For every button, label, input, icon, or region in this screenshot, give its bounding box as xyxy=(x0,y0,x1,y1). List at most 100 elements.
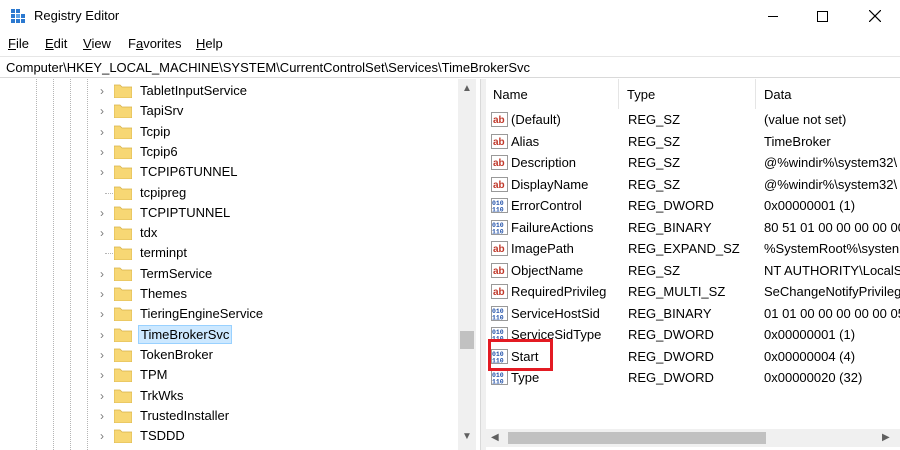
tree-item[interactable]: › TimeBrokerSvc xyxy=(0,324,456,345)
scrollbar-thumb[interactable] xyxy=(508,432,766,444)
scroll-down-icon[interactable]: ▼ xyxy=(462,431,472,443)
string-value-icon: ab xyxy=(491,112,508,127)
tree-item[interactable]: › Tcpip6 xyxy=(0,142,456,162)
folder-icon xyxy=(114,307,132,322)
tree-item[interactable]: › TermService xyxy=(0,264,456,284)
svg-text:ab: ab xyxy=(493,180,505,191)
scroll-left-icon[interactable]: ◀ xyxy=(491,432,499,443)
column-header-data[interactable]: Data xyxy=(757,79,900,109)
value-name: ImagePath xyxy=(511,241,574,256)
binary-value-icon: 010110 xyxy=(491,198,508,213)
value-row[interactable]: 010 110 ErrorControl REG_DWORD 0x00000001 (1… xyxy=(486,195,900,216)
chevron-right-icon[interactable]: › xyxy=(100,348,110,362)
chevron-right-icon[interactable]: › xyxy=(100,104,110,118)
value-type: REG_DWORD xyxy=(628,198,714,213)
value-data: (value not set) xyxy=(764,112,847,127)
tree-item[interactable]: › TCPIP6TUNNEL xyxy=(0,162,456,182)
title-bar: Registry Editor xyxy=(0,0,900,32)
value-name: ServiceHostSid xyxy=(511,305,600,321)
column-header-name[interactable]: Name xyxy=(486,79,619,109)
value-row[interactable]: ab (Default) REG_SZ (value not set) xyxy=(486,109,900,130)
chevron-right-icon[interactable]: › xyxy=(100,125,110,139)
value-row[interactable]: 010 110 ServiceHostSid REG_BINARY 01 01 00 0… xyxy=(486,303,900,324)
tree-item[interactable]: › Themes xyxy=(0,284,456,304)
tree-item[interactable]: › TapiSrv xyxy=(0,101,456,121)
string-value-icon: ab xyxy=(491,133,508,149)
value-data: @%windir%\system32\ xyxy=(764,155,898,170)
menu-view[interactable]: View xyxy=(83,36,111,51)
tree-item[interactable]: tcpipreg xyxy=(0,183,456,203)
scroll-up-icon[interactable]: ▲ xyxy=(462,83,472,95)
string-value-icon: ab xyxy=(491,176,508,192)
scroll-right-icon[interactable]: ▶ xyxy=(882,432,890,443)
value-row[interactable]: ab DisplayName REG_SZ @%windir%\system32\ xyxy=(486,174,900,195)
value-row[interactable]: 010 110 FailureActions REG_BINARY 80 51 01 0… xyxy=(486,217,900,238)
menu-favorites[interactable]: Favorites xyxy=(128,36,181,51)
tree-item-label: TrustedInstaller xyxy=(140,407,230,423)
chevron-right-icon[interactable]: › xyxy=(100,389,110,403)
value-row[interactable]: ab RequiredPrivileg REG_MULTI_SZ SeChangeNo… xyxy=(486,281,900,302)
tree-item[interactable]: › TokenBroker xyxy=(0,345,456,365)
tree-item[interactable]: › tdx xyxy=(0,223,456,243)
chevron-right-icon[interactable]: › xyxy=(100,287,110,301)
menu-file[interactable]: File xyxy=(8,36,29,51)
value-type: REG_EXPAND_SZ xyxy=(628,241,740,256)
minimize-button[interactable] xyxy=(750,0,796,32)
svg-text:110: 110 xyxy=(492,379,504,386)
chevron-right-icon[interactable]: › xyxy=(100,145,110,159)
chevron-right-icon[interactable]: › xyxy=(100,368,110,382)
folder-icon xyxy=(114,409,132,423)
tree-item[interactable]: › Tcpip xyxy=(0,122,456,142)
tree-item[interactable]: › TabletInputService xyxy=(0,81,456,101)
chevron-right-icon[interactable]: › xyxy=(100,328,110,342)
value-name: DisplayName xyxy=(511,176,589,192)
chevron-right-icon[interactable]: › xyxy=(100,206,110,220)
value-row[interactable]: ab Alias REG_SZ TimeBroker xyxy=(486,131,900,152)
tree-vertical-scrollbar[interactable]: ▲ ▼ xyxy=(458,79,476,450)
tree-item[interactable]: › TrustedInstaller xyxy=(0,406,456,426)
values-horizontal-scrollbar[interactable]: ◀ ▶ xyxy=(486,429,900,447)
folder-icon xyxy=(114,186,132,200)
menu-help[interactable]: Help xyxy=(196,36,223,51)
maximize-button[interactable] xyxy=(799,0,845,32)
folder-icon xyxy=(114,206,132,220)
scrollbar-thumb[interactable] xyxy=(460,331,474,349)
address-path[interactable]: Computer\HKEY_LOCAL_MACHINE\SYSTEM\Curre… xyxy=(6,60,530,75)
folder-icon xyxy=(114,348,132,362)
column-header-type[interactable]: Type xyxy=(620,79,756,109)
tree-item[interactable]: › TCPIPTUNNEL xyxy=(0,203,456,223)
string-value-icon: ab xyxy=(491,241,508,256)
value-name: FailureActions xyxy=(511,219,594,235)
chevron-right-icon[interactable]: › xyxy=(100,409,110,423)
tree-item-label: TPM xyxy=(140,367,168,383)
value-row[interactable]: ab ObjectName REG_SZ NT AUTHORITY\LocalS xyxy=(486,260,900,281)
chevron-right-icon[interactable]: › xyxy=(100,165,110,179)
folder-icon xyxy=(114,84,132,98)
chevron-right-icon[interactable]: › xyxy=(100,429,110,443)
folder-icon xyxy=(114,104,132,119)
tree-item[interactable]: › TrkWks xyxy=(0,386,456,406)
value-row[interactable]: ab Description REG_SZ @%windir%\system32\ xyxy=(486,152,900,173)
value-type: REG_DWORD xyxy=(628,348,714,364)
value-data: 01 01 00 00 00 00 00 05 xyxy=(764,305,900,321)
chevron-right-icon[interactable]: › xyxy=(100,267,110,281)
start-value-highlight xyxy=(488,339,553,371)
close-icon xyxy=(869,10,881,22)
svg-text:ab: ab xyxy=(493,287,505,298)
value-name: Type xyxy=(511,370,540,385)
value-name: Description xyxy=(511,155,577,170)
folder-icon xyxy=(114,226,132,241)
tree-item[interactable]: › TPM xyxy=(0,365,456,385)
chevron-right-icon[interactable]: › xyxy=(100,226,110,240)
value-row[interactable]: ab ImagePath REG_EXPAND_SZ %SystemRoot%\sys… xyxy=(486,238,900,259)
chevron-right-icon[interactable]: › xyxy=(100,84,110,98)
chevron-right-icon[interactable]: › xyxy=(100,307,110,321)
tree-item[interactable]: › TSDDD xyxy=(0,426,456,446)
binary-value-icon: 010110 xyxy=(491,219,508,235)
address-bar[interactable]: Computer\HKEY_LOCAL_MACHINE\SYSTEM\Curre… xyxy=(0,56,900,78)
menu-edit[interactable]: Edit xyxy=(45,36,67,51)
close-button[interactable] xyxy=(852,0,898,32)
tree-item[interactable]: › TieringEngineService xyxy=(0,304,456,324)
folder-icon xyxy=(114,328,132,342)
tree-item[interactable]: terminpt xyxy=(0,243,456,263)
